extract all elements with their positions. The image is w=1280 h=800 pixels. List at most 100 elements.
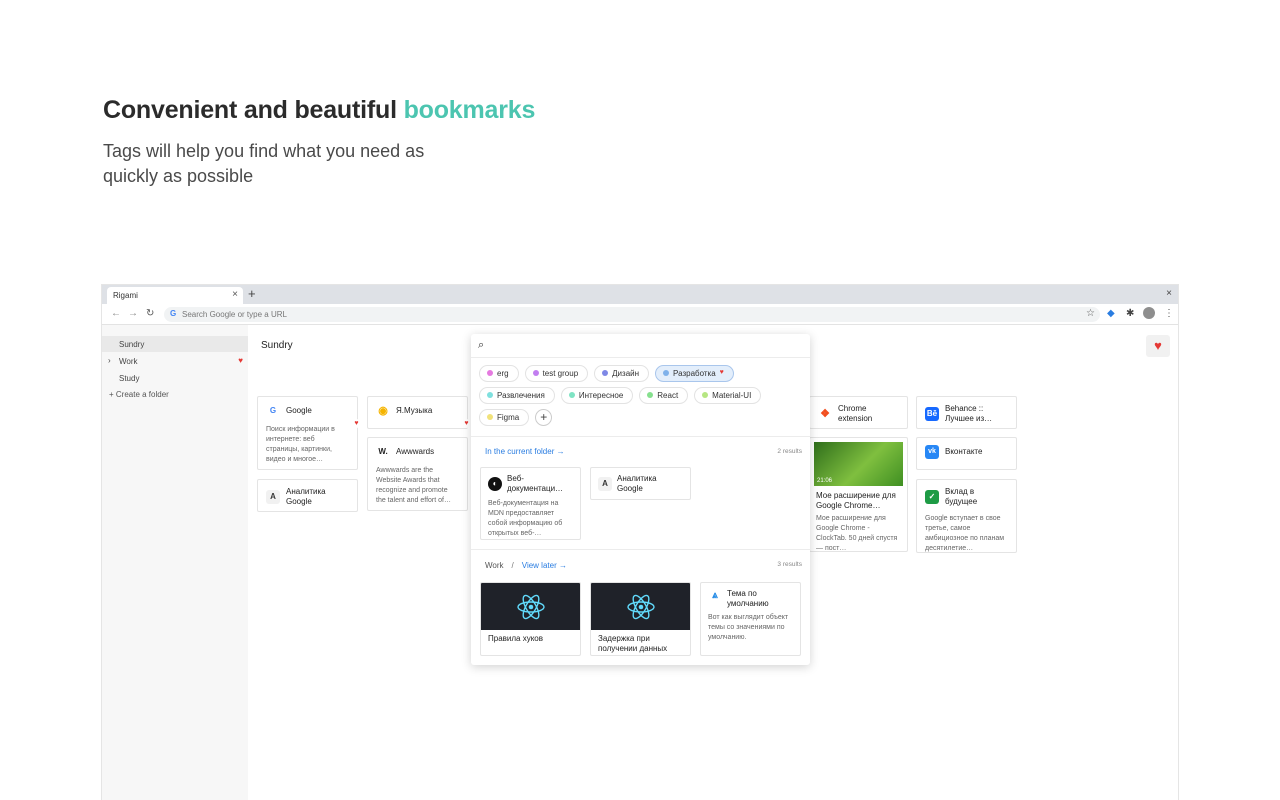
result-card-default-theme[interactable]: ⩓ Тема по умолчанию Вот как выглядит объе… [700, 582, 801, 656]
card-title: Я.Музыка [396, 406, 433, 415]
react-logo-icon [626, 594, 655, 619]
hero-title-main: Convenient and beautiful [103, 96, 404, 124]
back-icon[interactable]: ← [111, 308, 121, 319]
figma-icon: ❖ [820, 408, 830, 420]
result-card-mdn[interactable]: ◐ Веб-документаци… Веб-документация на MD… [480, 467, 581, 540]
bookmark-card-behance[interactable]: Bē Behance :: Лучшее из… [916, 396, 1017, 429]
tag-dot [663, 370, 670, 376]
tag-dot [568, 392, 575, 398]
google-icon: G [170, 309, 177, 318]
tag-react[interactable]: React [639, 387, 689, 404]
search-popover: ⌕ erg test group Дизайн Разработка ♥ Разв… [471, 334, 810, 665]
behance-icon: Bē [925, 407, 939, 421]
tag-design[interactable]: Дизайн [594, 365, 650, 382]
bookmark-card-awwwards[interactable]: W. Awwwards Awwwards are the Website Awar… [367, 437, 468, 511]
tag-dot [487, 414, 493, 420]
search-icon: ⌕ [478, 339, 485, 351]
react-thumbnail [481, 583, 580, 630]
sidebar-item-label: Study [119, 374, 140, 383]
section-other-folder: Work / View later → 3 results Правила хуко… [471, 549, 810, 665]
sidebar-item-label: Sundry [119, 340, 145, 349]
tag-dot [647, 392, 654, 398]
tag-figma[interactable]: Figma [479, 409, 530, 426]
new-tab-button[interactable]: + [248, 286, 256, 301]
react-logo-icon [516, 594, 545, 619]
tag-interesting[interactable]: Интересное [560, 387, 634, 404]
extensions-puzzle-icon[interactable]: ✱ [1126, 308, 1134, 319]
search-input[interactable]: ⌕ [471, 334, 810, 358]
rigami-extension-icon[interactable]: ◆ [1107, 308, 1115, 319]
favorite-heart-button[interactable]: ♥ [1146, 335, 1170, 357]
heart-icon: ♥ [719, 369, 724, 376]
tag-erg[interactable]: erg [479, 365, 519, 382]
card-thumbnail: 21:06 [814, 442, 903, 486]
bookmark-card-future[interactable]: ✓ Вклад в будущее Google вступает в свое … [916, 479, 1017, 553]
card-title: Правила хуков [488, 634, 543, 643]
bookmark-card-google[interactable]: G Google Поиск информации в интернете: ве… [257, 396, 361, 470]
breadcrumb-subfolder[interactable]: View later [522, 561, 557, 570]
forward-icon[interactable]: → [128, 308, 138, 319]
tag-label: Figma [497, 413, 520, 422]
hero-title-accent: bookmarks [403, 96, 536, 124]
bookmark-card-yamusic[interactable]: ◉ Я.Музыка ♥ [367, 396, 471, 429]
result-card-hooks[interactable]: Правила хуков [480, 582, 581, 656]
reload-icon[interactable]: ↻ [146, 308, 154, 319]
chevron-right-icon: › [108, 356, 111, 365]
heart-icon: ♥ [352, 419, 361, 428]
card-title: Google [286, 406, 312, 415]
section-current-folder: In the current folder → 2 results ◐ Веб-д… [471, 436, 810, 549]
bookmark-card-clocktab[interactable]: 21:06 Мое расширение для Google Chrome… … [809, 437, 908, 552]
sidebar-item-sundry[interactable]: Sundry [102, 336, 248, 352]
card-description: Awwwards are the Website Awards that rec… [376, 467, 451, 504]
card-title: Chrome extension [838, 404, 873, 423]
card-title: Вклад в будущее [945, 487, 978, 506]
bookmark-card-chrome-extension[interactable]: ❖ Chrome extension [809, 396, 908, 429]
result-card-data-delay[interactable]: Задержка при получении данных [590, 582, 691, 656]
address-bar: ← → ↻ G Search Google or type a URL ☆ ◆ … [102, 304, 1178, 325]
bookmark-card-vk[interactable]: vk Вконтакте [916, 437, 1017, 470]
create-folder-button[interactable]: + Create a folder [102, 386, 248, 399]
section-heading-link[interactable]: In the current folder → [485, 447, 565, 456]
tag-test-group[interactable]: test group [524, 365, 589, 382]
card-title: Мое расширение для Google Chrome… [816, 491, 896, 510]
card-title: Аналитика Google [286, 487, 326, 506]
window-close-icon[interactable]: × [1166, 288, 1172, 299]
result-count: 2 results [777, 448, 802, 455]
tag-entertainment[interactable]: Развлечения [479, 387, 555, 404]
sidebar-item-study[interactable]: Study [102, 370, 248, 386]
card-title: Behance :: Лучшее из… [945, 404, 993, 423]
tag-dot [602, 370, 609, 376]
sidebar: Sundry › Work ♥ Study + Create a folder [102, 325, 248, 800]
folder-path-breadcrumb: Work / View later → [485, 561, 567, 570]
tag-label: Интересное [578, 391, 624, 400]
heart-icon: ♥ [238, 356, 243, 365]
profile-avatar[interactable] [1143, 307, 1155, 319]
bookmark-card-analytics[interactable]: A Аналитика Google [257, 479, 358, 512]
sber-icon: ✓ [925, 490, 939, 504]
music-icon: ◉ [378, 405, 388, 417]
menu-dots-icon[interactable]: ⋮ [1164, 308, 1174, 319]
omnibox[interactable]: G Search Google or type a URL [164, 307, 1100, 322]
analytics-letter-icon: A [598, 477, 612, 491]
card-title: Awwwards [396, 447, 435, 456]
result-card-analytics[interactable]: A Аналитика Google [590, 467, 691, 500]
sidebar-item-label: Work [119, 357, 138, 366]
awwwards-logo-icon: W. [378, 447, 388, 456]
tag-dot [487, 392, 493, 398]
tag-material-ui[interactable]: Material-UI [694, 387, 762, 404]
add-tag-button[interactable]: + [535, 409, 553, 426]
browser-tab[interactable]: Rigami × [107, 287, 243, 304]
tag-development[interactable]: Разработка ♥ [655, 365, 734, 382]
react-thumbnail [591, 583, 690, 630]
breadcrumb-folder[interactable]: Work [485, 561, 504, 570]
sidebar-item-work[interactable]: › Work ♥ [102, 353, 248, 369]
card-title: Вконтакте [945, 447, 983, 456]
tab-bar: Rigami × + × [102, 285, 1178, 304]
tag-dot [487, 370, 493, 376]
tab-close-icon[interactable]: × [232, 289, 238, 300]
star-icon[interactable]: ☆ [1086, 308, 1095, 319]
card-description: Вот как выглядит объект темы со значения… [708, 614, 789, 641]
card-description: Мое расширение для Google Chrome - Clock… [816, 515, 898, 552]
hero-title: Convenient and beautiful bookmarks [103, 96, 535, 125]
card-description: Поиск информации в интернете: веб страни… [266, 426, 335, 463]
